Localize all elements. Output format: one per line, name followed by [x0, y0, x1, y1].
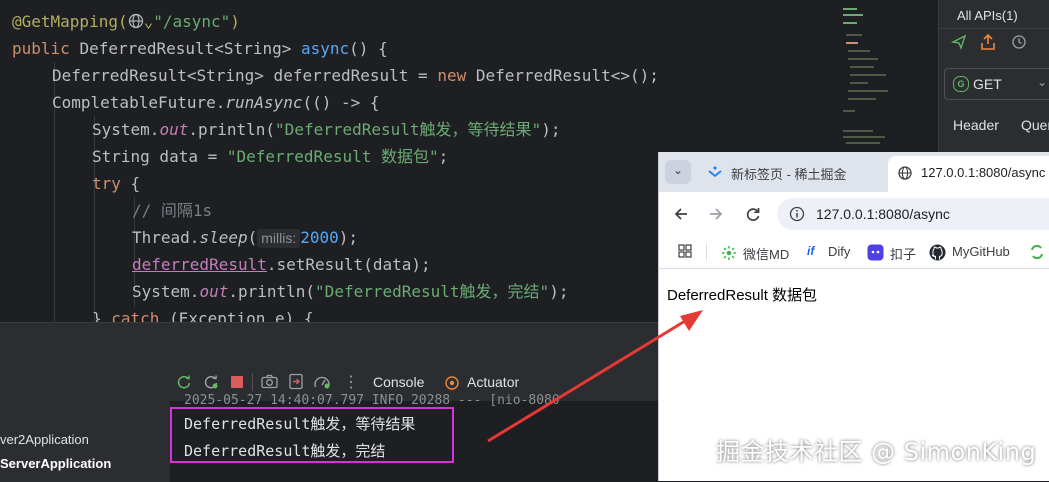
- back-icon[interactable]: [673, 206, 689, 227]
- minimap-line: [843, 136, 885, 138]
- browser-tab[interactable]: 新标签页 - 稀土掘金: [699, 158, 889, 188]
- code-line-7: try {: [92, 174, 141, 193]
- minimap-line: [846, 34, 862, 36]
- tab-query[interactable]: Quer: [1021, 117, 1049, 133]
- camera-icon[interactable]: [261, 374, 278, 394]
- dify-icon: if: [807, 244, 815, 258]
- minimap-line: [846, 142, 880, 144]
- code-line-8: // 间隔1s: [132, 201, 213, 220]
- site-info-icon[interactable]: [789, 206, 805, 227]
- omnibox[interactable]: 127.0.0.1:8080/async: [777, 198, 1049, 230]
- console-line: DeferredResult触发，完结: [184, 442, 386, 460]
- wechat-md-icon: [721, 245, 737, 266]
- minimap-line: [850, 82, 868, 84]
- tab-title: 127.0.0.1:8080/async: [921, 165, 1046, 180]
- divider: [706, 243, 707, 261]
- minimap-line: [843, 8, 857, 10]
- divider: [939, 28, 1049, 29]
- code-line-3: DeferredResult<String> deferredResult = …: [52, 66, 659, 85]
- console-log-line-partial: 2025-05-27 14:40:07.797 INFO 20288 --- […: [184, 393, 560, 408]
- globe-icon[interactable]: [128, 10, 144, 29]
- tab-console[interactable]: Console: [373, 374, 424, 390]
- code-line-11: System.out.println("DeferredResult触发，完结"…: [132, 282, 569, 301]
- address-row: 127.0.0.1:8080/async: [659, 192, 1049, 236]
- response-text: DeferredResult 数据包: [667, 287, 818, 304]
- code-line-4: CompletableFuture.runAsync(() -> {: [52, 93, 380, 112]
- minimap-line: [848, 50, 870, 52]
- chevron-down-icon: ⌄: [1037, 75, 1048, 89]
- send-icon[interactable]: [950, 34, 967, 55]
- parameter-hint: millis:: [257, 229, 301, 248]
- minimap-line: [848, 98, 876, 100]
- reload-icon[interactable]: [745, 206, 761, 227]
- stop-icon[interactable]: [230, 375, 244, 394]
- minimap-line: [846, 42, 858, 44]
- minimap-line: [843, 14, 863, 16]
- minimap-line: [843, 22, 857, 24]
- method-badge-icon: G: [953, 76, 969, 92]
- chevron-down-icon: ⌄: [673, 163, 684, 177]
- bookmark-label: 微信MD: [743, 247, 790, 262]
- watermark: 掘金技术社区 @ SimonKing: [716, 438, 1037, 466]
- run-config-item-selected[interactable]: ServerApplication: [0, 456, 111, 471]
- bookmark-label: MyGitHub: [952, 244, 1010, 259]
- bookmarks-bar: 微信MD if Dify 扣子 MyGitHub: [659, 236, 1049, 269]
- minimap-line: [848, 58, 878, 60]
- minimap-line: [850, 74, 886, 76]
- api-list-title[interactable]: All APIs(1): [957, 8, 1018, 23]
- method-select[interactable]: G GET ⌄: [944, 68, 1049, 100]
- rerun-icon[interactable]: [176, 374, 192, 395]
- address-text: 127.0.0.1:8080/async: [816, 206, 950, 222]
- console-line: DeferredResult触发，等待结果: [184, 415, 416, 433]
- code-line-5: System.out.println("DeferredResult触发，等待结…: [92, 120, 561, 139]
- minimap-line: [843, 110, 855, 112]
- tab-header[interactable]: Header: [953, 117, 999, 133]
- globe-icon: [898, 166, 912, 185]
- code-line-12: } catch (Exception e) {: [92, 309, 314, 322]
- run-tool-window: ⋮ Console Actuator ver2Application Serve…: [0, 322, 660, 482]
- juejin-logo-icon: [707, 165, 723, 184]
- minimap-line: [848, 90, 888, 92]
- more-icon[interactable]: ⋮: [343, 372, 359, 392]
- minimap-line: [843, 130, 873, 132]
- tab-strip: ⌄ 新标签页 - 稀土掘金 127.0.0.1:8080/async: [659, 152, 1049, 192]
- tab-title: 新标签页 - 稀土掘金: [731, 167, 847, 182]
- tab-actuator[interactable]: Actuator: [467, 374, 519, 390]
- history-icon[interactable]: [1011, 34, 1027, 55]
- code-line-9: Thread.sleep(millis: 2000);: [132, 228, 359, 248]
- forward-icon[interactable]: [708, 206, 724, 227]
- browser-tab-active[interactable]: 127.0.0.1:8080/async: [888, 156, 1049, 192]
- exit-icon[interactable]: [288, 373, 304, 395]
- coze-icon: [867, 244, 884, 266]
- bookmark-label: 扣子: [890, 247, 917, 262]
- code-line-6: String data = "DeferredResult 数据包";: [92, 147, 449, 166]
- method-value: GET: [973, 76, 1002, 92]
- code-line-1: @GetMapping(⌄"/async"): [12, 10, 240, 31]
- bookmark-label: Dify: [828, 244, 851, 259]
- apps-grid-icon[interactable]: [678, 244, 692, 263]
- console-output[interactable]: 2025-05-27 14:40:07.797 INFO 20288 --- […: [170, 393, 660, 482]
- export-icon[interactable]: [980, 33, 996, 56]
- divider: [252, 373, 253, 391]
- tab-search-button[interactable]: ⌄: [665, 160, 691, 184]
- minimap-line: [850, 66, 874, 68]
- run-config-list: ver2Application ServerApplication: [0, 401, 170, 482]
- code-line-10: deferredResult.setResult(data);: [132, 255, 431, 274]
- profiler-icon[interactable]: [313, 374, 331, 395]
- github-icon: [929, 244, 946, 266]
- rerun-failed-icon[interactable]: [203, 374, 219, 395]
- code-line-2: public DeferredResult<String> async() {: [12, 39, 388, 58]
- run-config-item[interactable]: ver2Application: [0, 432, 89, 447]
- api-tool-panel: All APIs(1) G GET ⌄ Header Quer: [938, 0, 1049, 160]
- sync-icon[interactable]: [1029, 244, 1045, 265]
